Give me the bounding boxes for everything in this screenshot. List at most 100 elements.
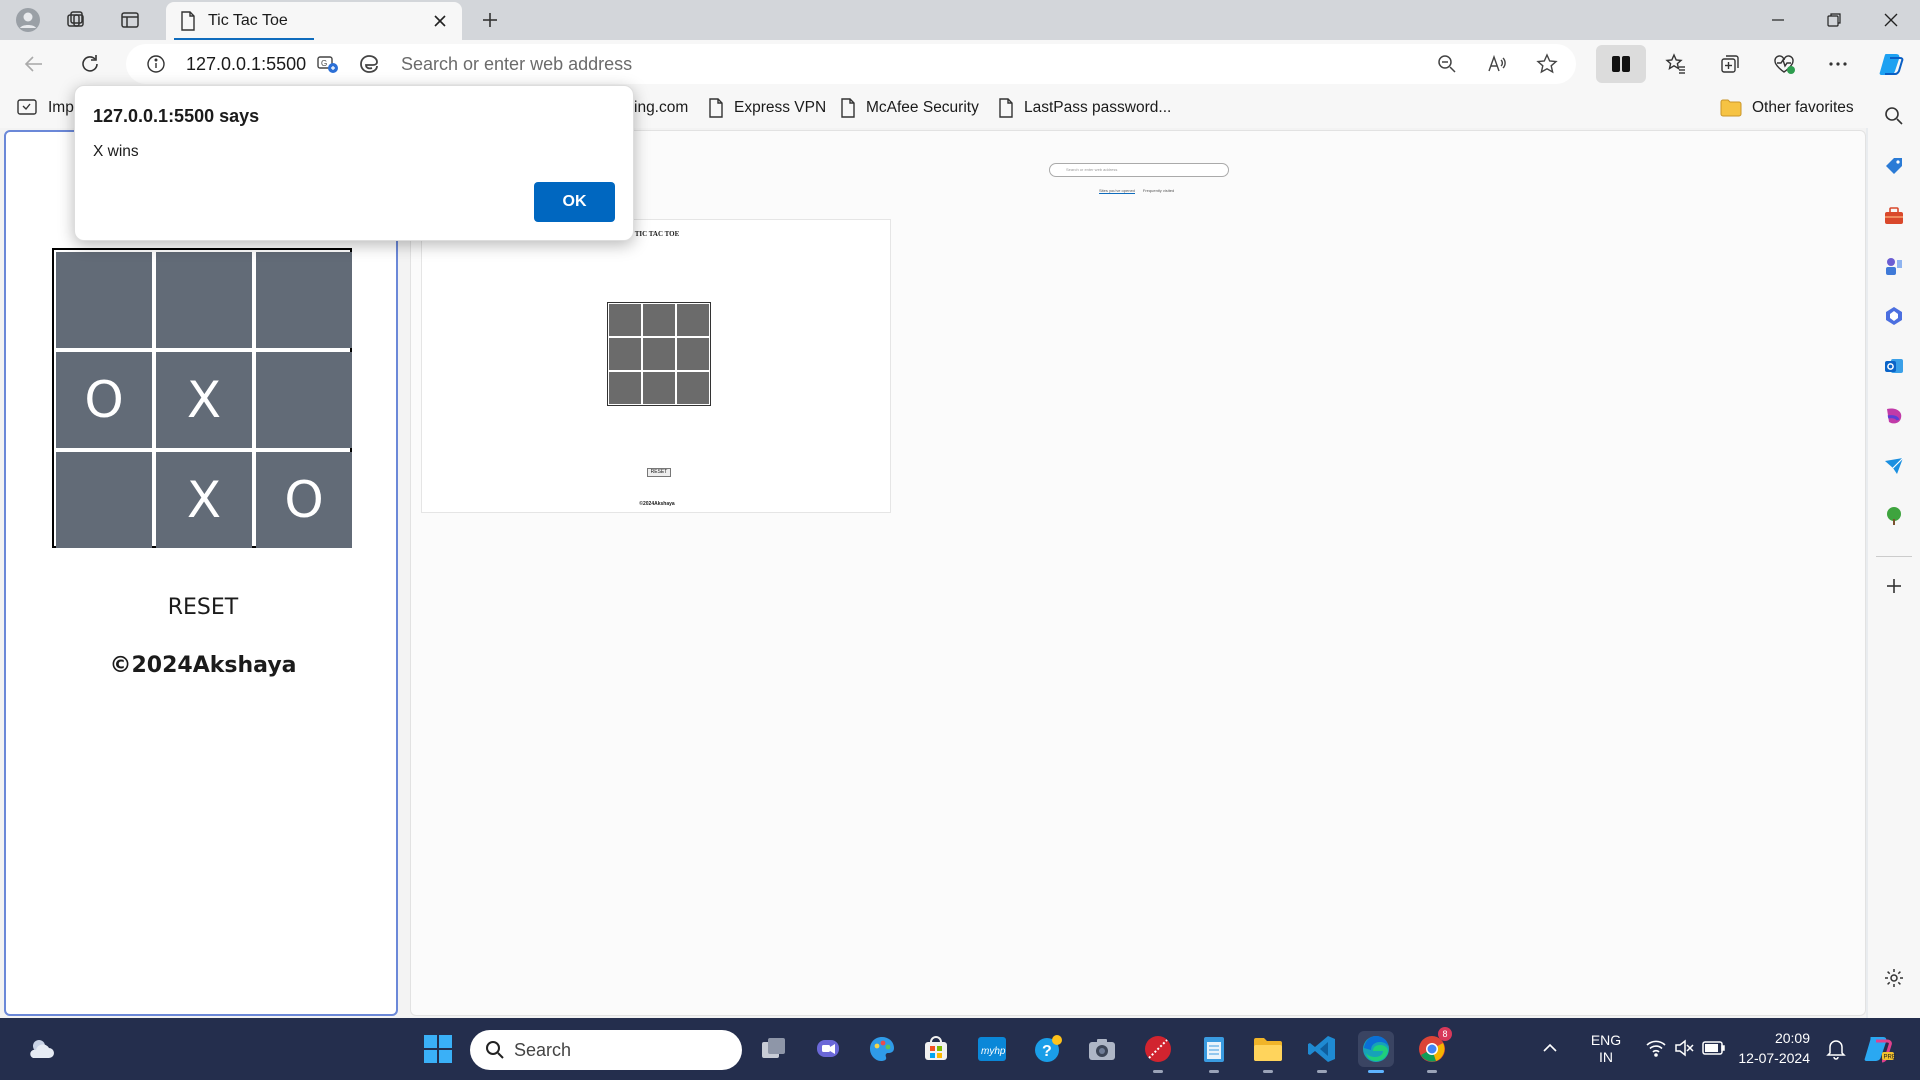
split-pane-right[interactable]: Search or enter web address Sites you've… bbox=[410, 130, 1866, 1016]
favorite-item[interactable]: ing.com bbox=[634, 96, 688, 120]
language-indicator[interactable]: ENG IN bbox=[1586, 1032, 1626, 1066]
add-favorite-icon[interactable] bbox=[1536, 53, 1558, 75]
board-cell[interactable] bbox=[256, 252, 352, 348]
workspaces-icon[interactable] bbox=[60, 4, 92, 36]
wifi-icon[interactable] bbox=[1646, 1039, 1666, 1057]
favorite-item[interactable]: Imp bbox=[16, 96, 74, 120]
favorite-item[interactable]: LastPass password... bbox=[998, 96, 1171, 120]
designer-icon[interactable] bbox=[1878, 400, 1910, 432]
copilot-taskbar-icon[interactable]: PRE bbox=[1862, 1032, 1896, 1066]
tools-icon[interactable] bbox=[1878, 200, 1910, 232]
camera-icon[interactable] bbox=[1084, 1031, 1120, 1067]
edge-icon[interactable] bbox=[1358, 1031, 1394, 1073]
microsoft365-icon[interactable] bbox=[1878, 300, 1910, 332]
read-aloud-icon[interactable] bbox=[1486, 53, 1508, 75]
edge-sidebar bbox=[1868, 88, 1920, 1018]
browser-essentials-icon[interactable] bbox=[1768, 48, 1800, 80]
page-preview[interactable]: TIC TAC TOE RESET ©2024Akshaya bbox=[421, 219, 891, 513]
footer-copyright: ©2024Akshaya bbox=[109, 653, 297, 678]
weather-icon[interactable] bbox=[24, 1031, 60, 1067]
board-cell[interactable]: X bbox=[156, 352, 252, 448]
task-view-icon[interactable] bbox=[756, 1031, 792, 1067]
split-pane-left[interactable]: O X X O RESET ©2024Akshaya bbox=[4, 130, 398, 1016]
add-icon[interactable] bbox=[1878, 570, 1910, 602]
board-cell[interactable] bbox=[56, 252, 152, 348]
vertical-tabs-icon[interactable] bbox=[114, 4, 146, 36]
restore-icon[interactable] bbox=[1805, 0, 1863, 40]
chevron-up-icon[interactable] bbox=[1542, 1040, 1558, 1056]
board-cell[interactable] bbox=[56, 452, 152, 548]
favorite-item[interactable]: Express VPN bbox=[708, 96, 826, 120]
paint-icon[interactable] bbox=[864, 1031, 900, 1067]
page-icon bbox=[180, 11, 196, 31]
alert-dialog: 127.0.0.1:5500 says X wins OK bbox=[74, 85, 634, 241]
settings-icon[interactable] bbox=[1878, 962, 1910, 994]
tab-tic-tac-toe[interactable]: Tic Tac Toe bbox=[166, 2, 462, 40]
back-icon[interactable] bbox=[18, 48, 50, 80]
board-cell[interactable] bbox=[256, 352, 352, 448]
outlook-icon[interactable] bbox=[1878, 350, 1910, 382]
ok-button[interactable]: OK bbox=[534, 182, 615, 222]
preview-cell bbox=[677, 338, 709, 370]
minimize-icon[interactable] bbox=[1749, 0, 1807, 40]
file-explorer-icon[interactable] bbox=[1250, 1031, 1286, 1073]
active-indicator bbox=[1368, 1070, 1384, 1073]
preview-reset: RESET bbox=[647, 468, 671, 477]
start-icon[interactable] bbox=[420, 1031, 456, 1067]
send-icon[interactable] bbox=[1878, 450, 1910, 482]
close-window-icon[interactable] bbox=[1862, 0, 1920, 40]
notepad-icon[interactable] bbox=[1196, 1031, 1232, 1073]
favorites-icon[interactable] bbox=[1660, 48, 1692, 80]
region-code: IN bbox=[1599, 1049, 1613, 1065]
more-options-icon[interactable] bbox=[1822, 48, 1854, 80]
other-favorites[interactable]: Other favorites bbox=[1720, 96, 1854, 120]
tree-icon[interactable] bbox=[1878, 500, 1910, 532]
preview-tab: Frequently visited bbox=[1142, 188, 1175, 193]
volume-muted-icon[interactable] bbox=[1674, 1039, 1694, 1057]
battery-icon[interactable] bbox=[1702, 1040, 1726, 1056]
microsoft-store-icon[interactable] bbox=[918, 1031, 954, 1067]
search-icon[interactable] bbox=[1878, 100, 1910, 132]
clock[interactable]: 20:09 12-07-2024 bbox=[1736, 1028, 1810, 1068]
running-indicator bbox=[1263, 1070, 1273, 1073]
favorite-label: ing.com bbox=[634, 99, 689, 116]
chrome-icon[interactable]: 8 bbox=[1414, 1027, 1452, 1073]
board-cell[interactable]: O bbox=[56, 352, 152, 448]
preview-search-box: Search or enter web address bbox=[1049, 163, 1229, 177]
collections-icon[interactable] bbox=[1714, 48, 1746, 80]
cricket-app-icon[interactable] bbox=[1140, 1031, 1176, 1073]
translate-icon[interactable]: G bbox=[316, 52, 340, 76]
board-cell[interactable]: O bbox=[256, 452, 352, 548]
split-screen-icon[interactable] bbox=[1596, 45, 1646, 83]
other-favorites-label: Other favorites bbox=[1752, 99, 1854, 116]
myhp-icon[interactable]: myhp bbox=[974, 1031, 1010, 1067]
board-cell[interactable] bbox=[156, 252, 252, 348]
board-cell[interactable]: X bbox=[156, 452, 252, 548]
url-text[interactable]: 127.0.0.1:5500 bbox=[186, 54, 306, 75]
close-tab-icon[interactable] bbox=[430, 11, 450, 31]
help-icon[interactable]: ? bbox=[1030, 1031, 1066, 1067]
games-icon[interactable] bbox=[1878, 250, 1910, 282]
notification-bell-icon[interactable] bbox=[1826, 1038, 1846, 1060]
preview-cell bbox=[609, 304, 641, 336]
profile-icon[interactable] bbox=[12, 4, 44, 36]
favorite-item[interactable]: McAfee Security bbox=[840, 96, 979, 120]
import-favorites-icon bbox=[16, 98, 38, 118]
address-bar[interactable]: 127.0.0.1:5500 G Search or enter web add… bbox=[126, 44, 1576, 84]
zoom-out-icon[interactable] bbox=[1436, 53, 1458, 75]
teams-icon[interactable] bbox=[810, 1031, 846, 1067]
copilot-icon[interactable] bbox=[1876, 48, 1908, 80]
folder-icon bbox=[1720, 99, 1742, 117]
vscode-icon[interactable] bbox=[1304, 1031, 1340, 1073]
site-info-icon[interactable] bbox=[146, 54, 166, 74]
refresh-icon[interactable] bbox=[74, 48, 106, 80]
favorite-label: Imp bbox=[48, 99, 74, 116]
shopping-tag-icon[interactable] bbox=[1878, 150, 1910, 182]
running-indicator bbox=[1317, 1070, 1327, 1073]
search-icon bbox=[484, 1039, 506, 1061]
page-icon bbox=[998, 98, 1014, 118]
reset-button[interactable]: RESET bbox=[6, 595, 400, 620]
taskbar-search[interactable]: Search bbox=[470, 1030, 742, 1070]
new-tab-icon[interactable] bbox=[474, 4, 506, 36]
game-board: O X X O bbox=[52, 248, 352, 548]
